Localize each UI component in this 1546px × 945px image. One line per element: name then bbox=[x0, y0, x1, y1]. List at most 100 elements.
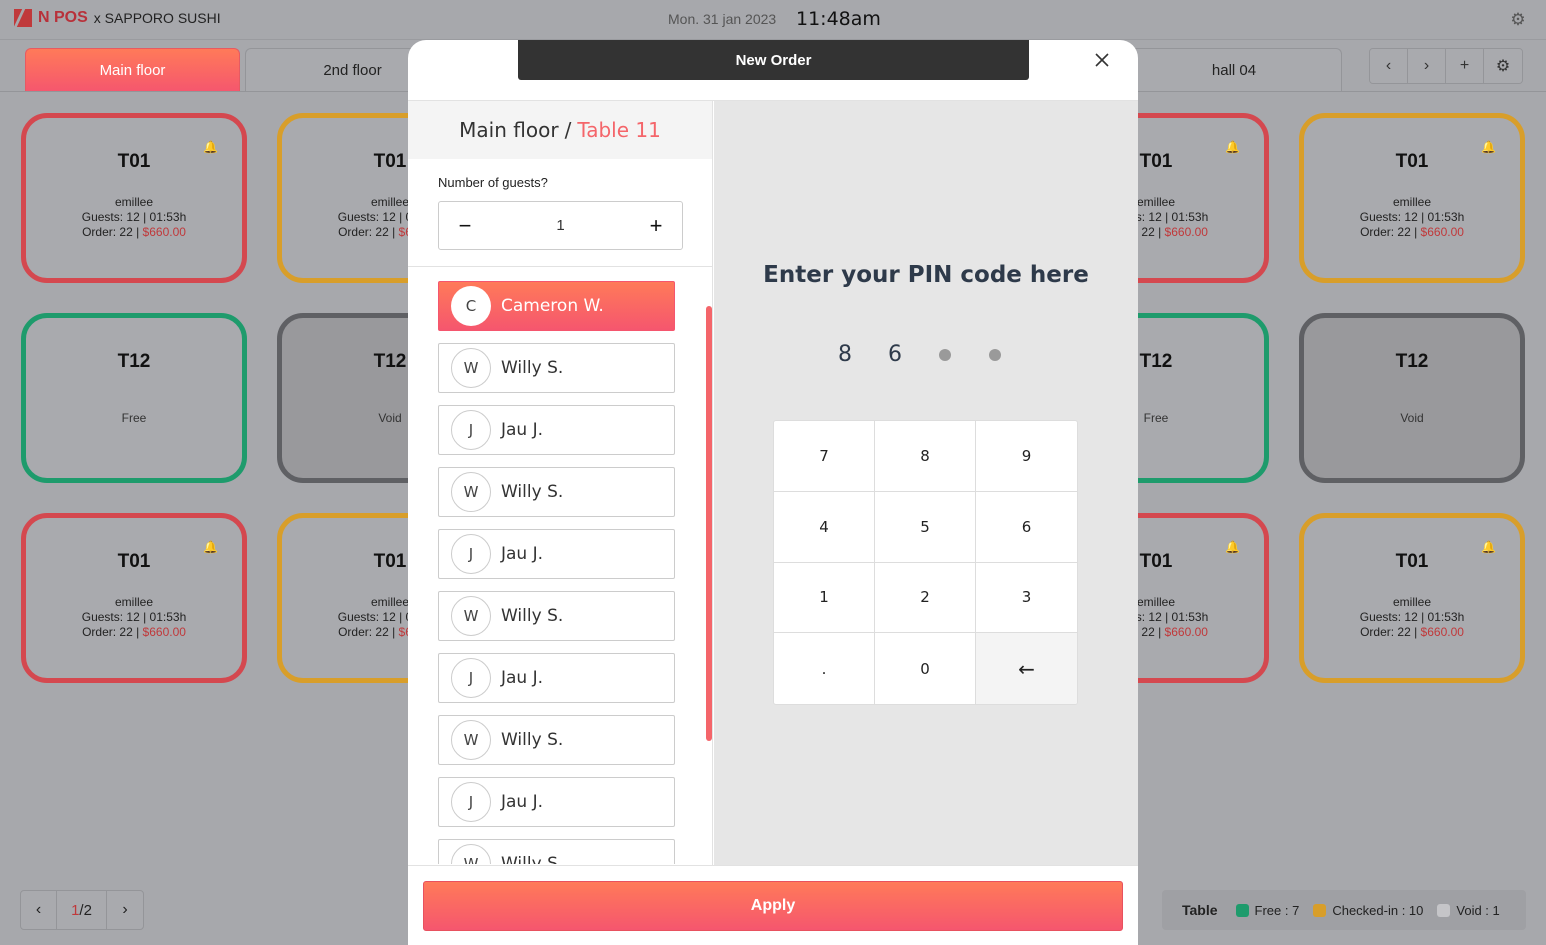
table-guests: Guests: 12 | 01:53h bbox=[81, 210, 187, 224]
order-count: Order: 22 | bbox=[338, 225, 399, 239]
bell-icon: 🔔 bbox=[1225, 540, 1240, 554]
key-dot[interactable]: . bbox=[774, 633, 875, 704]
breadcrumb-separator: / bbox=[564, 118, 572, 142]
key-7[interactable]: 7 bbox=[774, 421, 875, 492]
table-card[interactable]: T12 Free bbox=[21, 313, 247, 483]
table-user: emillee bbox=[114, 195, 153, 209]
staff-item[interactable]: J Jau J. bbox=[438, 529, 675, 579]
bell-icon: 🔔 bbox=[1225, 140, 1240, 154]
avatar: W bbox=[451, 348, 491, 388]
gear-icon[interactable]: ⚙ bbox=[1509, 11, 1527, 29]
page-indicator: 1/2 bbox=[57, 891, 107, 929]
key-5[interactable]: 5 bbox=[875, 491, 976, 563]
key-2[interactable]: 2 bbox=[875, 562, 976, 634]
table-guests: Guests: 12 | 01:53h bbox=[1359, 210, 1465, 224]
staff-item[interactable]: W Willy S. bbox=[438, 343, 675, 393]
pin-title: Enter your PIN code here bbox=[763, 262, 1089, 288]
avatar: J bbox=[451, 658, 491, 698]
avatar: W bbox=[451, 720, 491, 760]
guests-stepper: − 1 + bbox=[438, 201, 683, 250]
table-order: Order: 22 | $660.00 bbox=[26, 225, 242, 240]
table-status: Free bbox=[121, 411, 147, 425]
current-date: Mon. 31 jan 2023 bbox=[668, 11, 777, 27]
tab-hall-04[interactable]: hall 04 bbox=[1126, 48, 1342, 92]
chevron-right-icon[interactable]: › bbox=[107, 891, 143, 929]
page-navigator: ‹ 1/2 › bbox=[20, 890, 144, 930]
table-card[interactable]: 🔔 T01 emillee Guests: 12 | 01:53h Order:… bbox=[1299, 513, 1525, 683]
order-count: Order: 22 | bbox=[82, 625, 143, 639]
legend-title: Table bbox=[1182, 902, 1218, 918]
table-card[interactable]: 🔔 T01 emillee Guests: 12 | 01:53h Order:… bbox=[21, 513, 247, 683]
brand-name: N POS bbox=[38, 9, 88, 26]
chevron-left-icon[interactable]: ‹ bbox=[1370, 49, 1408, 83]
checked-in-swatch bbox=[1313, 903, 1327, 917]
key-1[interactable]: 1 bbox=[774, 562, 875, 634]
list-divider bbox=[408, 266, 713, 267]
staff-item[interactable]: W Willy S. bbox=[438, 591, 675, 641]
order-amount: $660.00 bbox=[142, 625, 186, 639]
plus-icon[interactable]: + bbox=[644, 213, 668, 239]
key-0[interactable]: 0 bbox=[875, 633, 976, 704]
avatar: W bbox=[451, 844, 491, 864]
table-order: Order: 22 | $660.00 bbox=[1304, 625, 1520, 640]
chevron-right-icon[interactable]: › bbox=[1408, 49, 1446, 83]
staff-item[interactable]: W Willy S. bbox=[438, 715, 675, 765]
table-name: T01 bbox=[1395, 151, 1429, 172]
new-order-modal: New Order Main floor / Table 11 Number o… bbox=[408, 40, 1138, 945]
staff-name: Jau J. bbox=[501, 420, 544, 440]
legend-free: Free : 7 bbox=[1235, 902, 1300, 918]
legend-void-label: Void : 1 bbox=[1456, 902, 1500, 918]
bell-icon: 🔔 bbox=[1481, 540, 1496, 554]
backspace-icon[interactable]: ← bbox=[976, 633, 1077, 704]
pin-pane: Enter your PIN code here 8 6 7 8 9 4 5 6… bbox=[714, 101, 1138, 865]
close-icon[interactable] bbox=[1092, 50, 1112, 70]
staff-item[interactable]: W Willy S. bbox=[438, 839, 675, 864]
key-8[interactable]: 8 bbox=[875, 421, 976, 492]
table-info: emillee Guests: 12 | 01:53h Order: 22 | … bbox=[1304, 595, 1520, 640]
key-4[interactable]: 4 bbox=[774, 491, 875, 563]
settings-icon[interactable]: ⚙ bbox=[1484, 49, 1522, 83]
staff-item-selected[interactable]: C Cameron W. bbox=[438, 281, 675, 331]
table-name: T01 bbox=[1395, 551, 1429, 572]
staff-item[interactable]: J Jau J. bbox=[438, 777, 675, 827]
chevron-left-icon[interactable]: ‹ bbox=[21, 891, 57, 929]
staff-name: Cameron W. bbox=[501, 296, 604, 316]
key-9[interactable]: 9 bbox=[976, 421, 1077, 492]
guest-staff-pane: Main floor / Table 11 Number of guests? … bbox=[408, 101, 713, 865]
order-count: Order: 22 | bbox=[338, 625, 399, 639]
tab-main-floor[interactable]: Main floor bbox=[25, 48, 240, 92]
breadcrumb: Main floor / Table 11 bbox=[408, 101, 712, 159]
table-card[interactable]: 🔔 T01 emillee Guests: 12 | 01:53h Order:… bbox=[1299, 113, 1525, 283]
table-info: emillee Guests: 12 | 01:53h Order: 22 | … bbox=[1304, 195, 1520, 240]
order-amount: $660.00 bbox=[1420, 225, 1464, 239]
staff-item[interactable]: J Jau J. bbox=[438, 653, 675, 703]
legend-free-label: Free : 7 bbox=[1254, 902, 1300, 918]
current-time: 11:48am bbox=[796, 8, 881, 30]
legend-void: Void : 1 bbox=[1437, 902, 1500, 918]
table-user: emillee bbox=[1392, 595, 1431, 609]
avatar: J bbox=[451, 534, 491, 574]
pin-empty-dot bbox=[970, 340, 1020, 370]
add-circle-icon[interactable]: + bbox=[1446, 49, 1484, 83]
order-amount: $660.00 bbox=[1164, 225, 1208, 239]
table-card[interactable]: 🔔 T01 emillee Guests: 12 | 01:53h Order:… bbox=[21, 113, 247, 283]
staff-item[interactable]: W Willy S. bbox=[438, 467, 675, 517]
staff-name: Jau J. bbox=[501, 544, 544, 564]
modal-footer: Apply bbox=[408, 865, 1138, 945]
bell-icon: 🔔 bbox=[203, 540, 218, 554]
table-user: emillee bbox=[114, 595, 153, 609]
order-count: Order: 22 | bbox=[1360, 225, 1421, 239]
staff-item[interactable]: J Jau J. bbox=[438, 405, 675, 455]
key-3[interactable]: 3 bbox=[976, 563, 1077, 634]
avatar: J bbox=[451, 782, 491, 822]
brand-logo: N POS x SAPPORO SUSHI bbox=[14, 9, 221, 27]
table-info: emillee Guests: 12 | 01:53h Order: 22 | … bbox=[26, 595, 242, 640]
staff-list-scrollbar[interactable] bbox=[706, 306, 712, 741]
legend-checked-label: Checked-in : 10 bbox=[1332, 902, 1424, 918]
apply-button[interactable]: Apply bbox=[423, 881, 1123, 931]
minus-icon[interactable]: − bbox=[453, 213, 477, 239]
page-current: 1 bbox=[71, 901, 80, 919]
table-card[interactable]: T12 Void bbox=[1299, 313, 1525, 483]
key-6[interactable]: 6 bbox=[976, 492, 1077, 563]
guests-value[interactable]: 1 bbox=[556, 217, 564, 234]
